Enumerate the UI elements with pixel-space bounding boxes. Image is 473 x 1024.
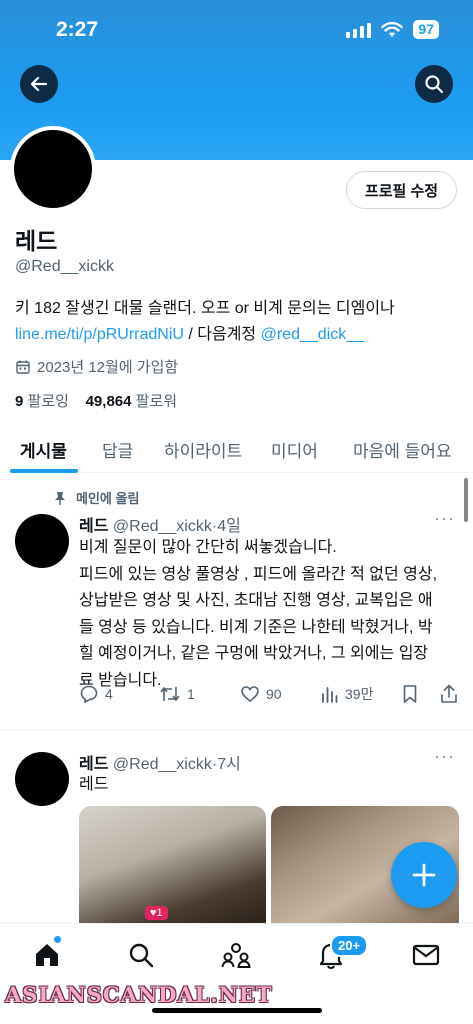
tweet-time: ·7시 <box>211 756 241 773</box>
profile-handle: @Red__xickk <box>15 258 114 275</box>
more-options-icon[interactable]: ··· <box>434 746 455 767</box>
tweet-header: 레드 @Red__xickk·7시 <box>79 750 241 774</box>
retweet-icon <box>160 687 180 701</box>
bio-separator: / 다음계정 <box>183 326 261 343</box>
pinned-label: 메인에 올림 <box>54 488 139 507</box>
notifications-badge: 20+ <box>330 934 369 957</box>
follow-stats: 9 팔로잉 49,864 팔로워 <box>15 390 177 411</box>
avatar[interactable] <box>15 752 69 806</box>
more-options-icon[interactable]: ··· <box>434 508 455 529</box>
profile-bio: 키 182 잘생긴 대물 슬랜더. 오프 or 비계 문의는 디엠이나 line… <box>15 296 465 348</box>
edit-profile-button[interactable]: 프로필 수정 <box>346 171 457 209</box>
back-button[interactable] <box>20 65 58 103</box>
search-icon <box>425 75 444 94</box>
bookmark-icon <box>403 685 417 703</box>
tab-replies[interactable]: 답글 <box>102 437 133 462</box>
home-icon <box>36 944 58 966</box>
tweet-header: 레드 @Red__xickk·4일 <box>79 512 241 536</box>
profile-tabs: 게시물 답글 하이라이트 미디어 마음에 들어요 <box>0 425 473 473</box>
tweet-author-name[interactable]: 레드 <box>79 518 108 535</box>
nav-home[interactable] <box>32 940 62 970</box>
tab-posts[interactable]: 게시물 <box>20 437 67 462</box>
tweet-author-handle[interactable]: @Red__xickk <box>113 756 212 773</box>
share-button[interactable] <box>440 684 458 704</box>
retweet-button[interactable]: 1 <box>159 684 195 704</box>
reply-icon <box>80 685 98 704</box>
tab-highlights[interactable]: 하이라이트 <box>164 437 242 462</box>
tweet-divider <box>0 730 473 731</box>
bookmark-button[interactable] <box>402 684 418 704</box>
compose-button[interactable] <box>391 842 457 908</box>
joined-text: 2023년 12월에 가입함 <box>37 359 179 376</box>
analytics-icon <box>322 687 338 703</box>
pin-icon <box>55 491 65 505</box>
bio-text: 키 182 잘생긴 대물 슬랜더. 오프 or 비계 문의는 디엠이나 <box>15 300 395 317</box>
tab-likes[interactable]: 마음에 들어요 <box>353 437 452 462</box>
nav-communities[interactable] <box>221 940 251 970</box>
profile-name: 레드 <box>15 228 58 254</box>
home-unread-dot <box>54 936 61 943</box>
plus-icon <box>412 863 436 887</box>
tweet-author-name[interactable]: 레드 <box>79 756 108 773</box>
status-bar: 2:27 97 <box>0 0 473 60</box>
like-button[interactable]: 90 <box>240 684 282 704</box>
reply-button[interactable]: 4 <box>79 684 113 704</box>
watermark-text: ASIANSCANDAL.NET <box>5 982 273 1007</box>
tweet-actions: 4 1 90 39만 <box>79 684 459 708</box>
profile-avatar[interactable] <box>10 126 96 212</box>
tab-media[interactable]: 미디어 <box>271 437 318 462</box>
tweet-time: ·4일 <box>211 518 241 535</box>
tweet-text: 비계 질문이 많아 간단히 써놓겠습니다. 피드에 있는 영상 풀영상 , 피드… <box>79 539 438 689</box>
tweet-media-image[interactable]: ♥1 <box>79 806 266 924</box>
tweet-text: 레드 <box>79 776 109 793</box>
share-icon <box>441 684 457 703</box>
battery-indicator: 97 <box>413 20 439 39</box>
search-button[interactable] <box>415 65 453 103</box>
avatar[interactable] <box>15 514 69 568</box>
status-icons: 97 <box>346 20 439 39</box>
status-time: 2:27 <box>56 18 99 41</box>
scrollbar[interactable] <box>464 478 468 522</box>
active-tab-indicator <box>10 469 78 473</box>
arrow-left-icon <box>30 76 48 92</box>
nav-search[interactable] <box>126 940 156 970</box>
heart-icon <box>241 686 259 703</box>
bio-link[interactable]: line.me/ti/p/pRUrradNiU <box>15 326 184 343</box>
mail-icon <box>412 944 440 966</box>
nav-messages[interactable] <box>411 940 441 970</box>
wifi-icon <box>381 21 404 37</box>
communities-icon <box>221 943 251 968</box>
following-link[interactable]: 9 팔로잉 <box>15 393 69 410</box>
joined-date: 2023년 12월에 가입함 <box>15 356 178 377</box>
calendar-icon <box>16 360 30 374</box>
search-icon <box>129 943 154 968</box>
bio-mention[interactable]: @red__dick__ <box>261 326 364 343</box>
views-button[interactable]: 39만 <box>321 684 373 704</box>
home-indicator[interactable] <box>152 1008 322 1013</box>
tweet-author-handle[interactable]: @Red__xickk <box>113 518 212 535</box>
signal-icon <box>346 22 372 38</box>
followers-link[interactable]: 49,864 팔로워 <box>86 393 177 410</box>
media-like-badge: ♥1 <box>145 906 168 920</box>
